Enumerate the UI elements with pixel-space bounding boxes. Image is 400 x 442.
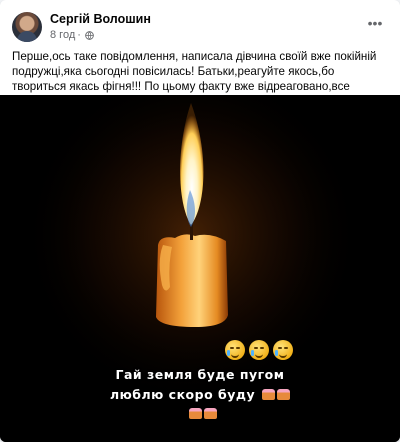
post-image[interactable]: Гай земля буде пугом люблю скоро буду bbox=[0, 95, 400, 442]
post-header: Сергій Волошин 8 год · ••• bbox=[12, 10, 390, 46]
crying-face-icon bbox=[225, 340, 245, 360]
cake-icon bbox=[277, 389, 291, 400]
crying-face-icon bbox=[249, 340, 269, 360]
caption-text-2: люблю скоро буду bbox=[109, 387, 256, 402]
more-dots-icon[interactable]: ••• bbox=[364, 12, 386, 34]
globe-icon bbox=[85, 30, 94, 40]
image-caption-line2: люблю скоро буду bbox=[0, 387, 400, 402]
facebook-post: Сергій Волошин 8 год · ••• Перше,ось так… bbox=[0, 0, 400, 442]
meta-separator: · bbox=[77, 29, 81, 41]
author-name[interactable]: Сергій Волошин bbox=[50, 12, 151, 26]
image-caption-line1: Гай земля буде пугом bbox=[0, 367, 400, 382]
cake-row bbox=[187, 405, 217, 423]
caption-text-1: Гай земля буде пугом bbox=[115, 367, 285, 382]
cake-icon bbox=[262, 389, 276, 400]
author-avatar[interactable] bbox=[12, 12, 42, 42]
cake-icon bbox=[204, 408, 217, 419]
post-meta: 8 год · bbox=[50, 29, 94, 41]
post-time[interactable]: 8 год bbox=[50, 29, 75, 41]
emoji-row bbox=[225, 340, 293, 360]
crying-face-icon bbox=[273, 340, 293, 360]
cake-icon bbox=[189, 408, 202, 419]
